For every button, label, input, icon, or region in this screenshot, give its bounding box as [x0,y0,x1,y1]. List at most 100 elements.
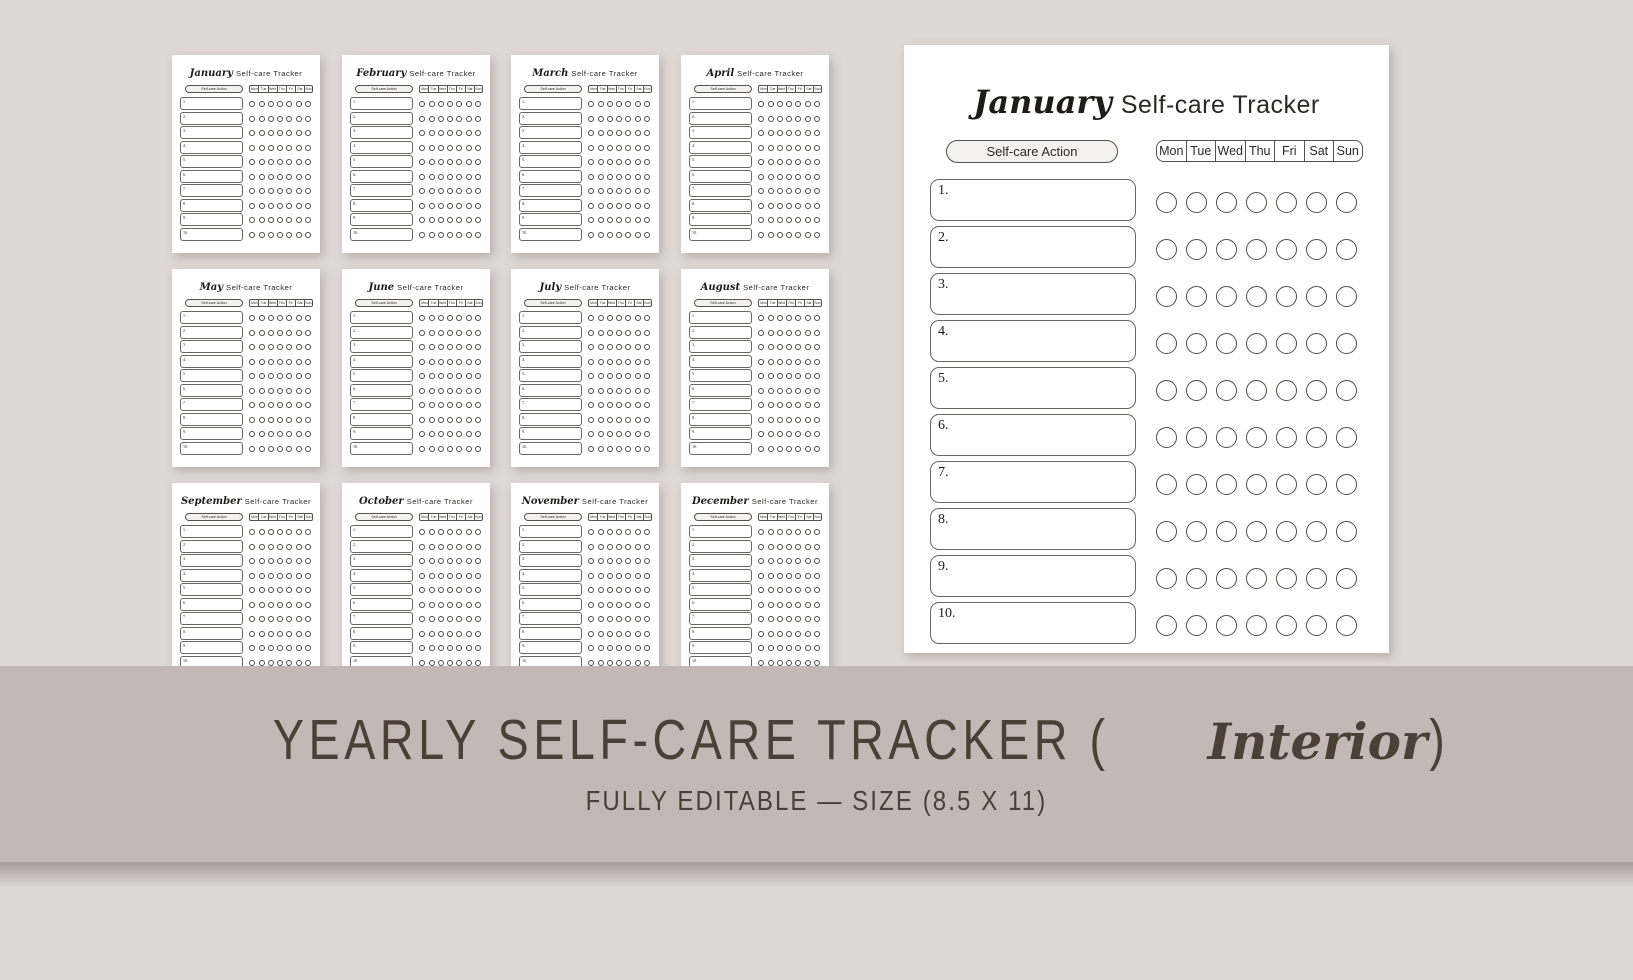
action-row[interactable]: 9. [350,213,414,226]
checkbox-circle-thu[interactable] [616,358,623,365]
checkbox-circle-wed[interactable] [437,645,444,652]
checkbox-circle-fri[interactable] [625,587,632,594]
checkbox-circle-sun[interactable] [304,344,311,351]
checkbox-circle-sun[interactable] [1336,380,1357,401]
checkbox-circle-sun[interactable] [304,159,311,166]
checkbox-circle-fri[interactable] [286,231,293,238]
action-row[interactable]: 10. [180,227,244,241]
checkbox-circle-sun[interactable] [304,387,311,394]
checkbox-circle-fri[interactable] [286,416,293,423]
checkbox-circle-mon[interactable] [249,587,256,594]
checkbox-circle-mon[interactable] [758,445,765,452]
checkbox-circle-mon[interactable] [758,558,765,565]
action-row[interactable]: 1. [350,97,414,110]
checkbox-circle-tue[interactable] [597,217,604,224]
checkbox-circle-fri[interactable] [795,373,802,380]
checkbox-circle-wed[interactable] [606,402,613,409]
action-row[interactable]: 7. [689,184,753,197]
checkbox-circle-mon[interactable] [249,616,256,623]
checkbox-circle-wed[interactable] [267,373,274,380]
action-row[interactable]: 4. [180,140,244,154]
checkbox-circle-fri[interactable] [286,202,293,209]
action-row[interactable]: 2. [519,325,583,339]
checkbox-circle-sun[interactable] [474,645,481,652]
checkbox-circle-mon[interactable] [419,159,426,166]
checkbox-circle-tue[interactable] [258,344,265,351]
checkbox-circle-sat[interactable] [465,358,472,365]
checkbox-circle-wed[interactable] [267,645,274,652]
checkbox-circle-fri[interactable] [456,543,463,550]
checkbox-circle-wed[interactable] [606,144,613,151]
action-row[interactable]: 3. [689,126,753,139]
checkbox-circle-fri[interactable] [456,431,463,438]
checkbox-circle-fri[interactable] [625,373,632,380]
checkbox-circle-thu[interactable] [277,645,284,652]
action-row[interactable]: 7. [689,398,753,411]
checkbox-circle-thu[interactable] [277,358,284,365]
checkbox-circle-wed[interactable] [437,630,444,637]
checkbox-circle-tue[interactable] [597,358,604,365]
checkbox-circle-sat[interactable] [634,645,641,652]
checkbox-circle-fri[interactable] [1276,474,1297,495]
checkbox-circle-mon[interactable] [758,601,765,608]
checkbox-circle-thu[interactable] [277,587,284,594]
action-row[interactable]: 8. [350,412,414,426]
action-row[interactable]: 8. [180,626,244,640]
checkbox-circle-thu[interactable] [786,387,793,394]
checkbox-circle-sat[interactable] [634,529,641,536]
checkbox-circle-sun[interactable] [643,202,650,209]
checkbox-circle-sun[interactable] [304,529,311,536]
action-row[interactable]: 4. [519,568,583,582]
checkbox-circle-mon[interactable] [1156,474,1177,495]
action-row[interactable]: 9. [350,641,414,654]
checkbox-circle-thu[interactable] [277,529,284,536]
checkbox-circle-mon[interactable] [758,130,765,137]
checkbox-circle-tue[interactable] [597,173,604,180]
checkbox-circle-sat[interactable] [1306,380,1327,401]
action-row[interactable]: 3. [519,126,583,139]
action-row[interactable]: 5. [350,155,414,168]
checkbox-circle-wed[interactable] [776,101,783,108]
checkbox-circle-fri[interactable] [286,601,293,608]
checkbox-circle-thu[interactable] [1246,427,1267,448]
checkbox-circle-wed[interactable] [267,387,274,394]
checkbox-circle-thu[interactable] [277,217,284,224]
checkbox-circle-sun[interactable] [304,231,311,238]
checkbox-circle-tue[interactable] [1186,474,1207,495]
checkbox-circle-fri[interactable] [456,529,463,536]
checkbox-circle-wed[interactable] [267,159,274,166]
main-tracker-sheet[interactable]: January Self-care Tracker Self-care Acti… [904,45,1389,653]
checkbox-circle-wed[interactable] [437,543,444,550]
checkbox-circle-sun[interactable] [474,529,481,536]
checkbox-circle-mon[interactable] [588,616,595,623]
checkbox-circle-sun[interactable] [474,387,481,394]
checkbox-circle-fri[interactable] [456,101,463,108]
action-row[interactable]: 2. [519,111,583,125]
checkbox-circle-wed[interactable] [606,202,613,209]
checkbox-circle-mon[interactable] [419,529,426,536]
checkbox-circle-wed[interactable] [776,630,783,637]
checkbox-circle-wed[interactable] [606,130,613,137]
checkbox-circle-sun[interactable] [474,329,481,336]
checkbox-circle-sat[interactable] [804,173,811,180]
checkbox-circle-thu[interactable] [616,645,623,652]
checkbox-circle-fri[interactable] [286,344,293,351]
checkbox-circle-sun[interactable] [813,445,820,452]
checkbox-circle-sat[interactable] [804,188,811,195]
checkbox-circle-thu[interactable] [447,416,454,423]
action-row[interactable]: 4. [689,140,753,154]
checkbox-circle-sun[interactable] [813,572,820,579]
checkbox-circle-sat[interactable] [804,358,811,365]
checkbox-circle-thu[interactable] [786,431,793,438]
checkbox-circle-sun[interactable] [643,616,650,623]
action-row[interactable]: 5. [350,369,414,382]
checkbox-circle-mon[interactable] [588,529,595,536]
checkbox-circle-fri[interactable] [456,315,463,322]
checkbox-circle-sat[interactable] [1306,474,1327,495]
action-row[interactable]: 6. [180,169,244,183]
checkbox-circle-fri[interactable] [795,315,802,322]
checkbox-circle-thu[interactable] [1246,286,1267,307]
checkbox-circle-fri[interactable] [286,329,293,336]
checkbox-circle-mon[interactable] [249,659,256,666]
checkbox-circle-fri[interactable] [286,558,293,565]
